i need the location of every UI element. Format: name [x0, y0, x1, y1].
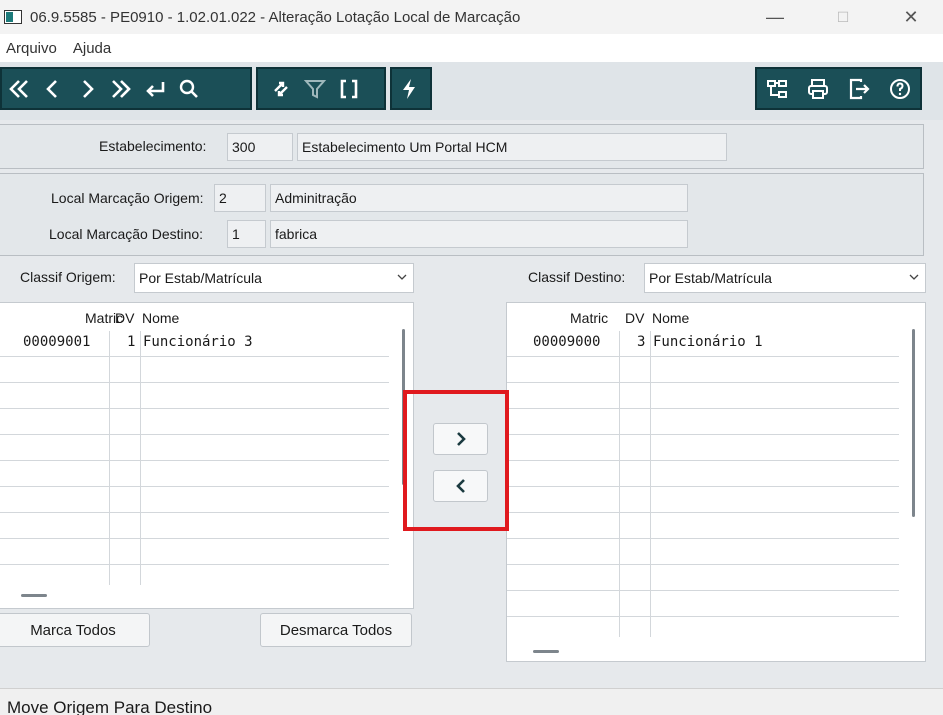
table-row[interactable] [0, 357, 389, 383]
local-origem-code-field[interactable]: 2 [214, 184, 266, 212]
classif-destino-select[interactable]: Por Estab/Matrícula [644, 263, 926, 293]
table-row[interactable] [0, 435, 389, 461]
column-header-matric[interactable]: Matric [570, 307, 608, 329]
table-row[interactable] [507, 513, 899, 539]
table-row[interactable] [0, 487, 389, 513]
menu-bar: Arquivo Ajuda [0, 34, 943, 62]
table-row[interactable] [0, 461, 389, 487]
local-marcacao-panel: Local Marcação Origem: 2 Adminitração Lo… [0, 173, 924, 256]
cell-matric: 00009000 [533, 334, 601, 350]
classif-destino-label: Classif Destino: [528, 269, 626, 285]
first-icon[interactable] [2, 70, 36, 108]
window-title: 06.9.5585 - PE0910 - 1.02.01.022 - Alter… [30, 8, 521, 26]
table-row[interactable] [507, 383, 899, 409]
search-icon[interactable] [172, 70, 206, 108]
menu-arquivo[interactable]: Arquivo [6, 40, 57, 57]
destino-grid-header: Matric DV Nome [507, 307, 899, 329]
table-row[interactable] [507, 591, 899, 617]
destino-grid[interactable]: Matric DV Nome 00009000 3 Funcionário 1 [506, 302, 926, 662]
table-row[interactable] [507, 617, 899, 643]
column-header-nome[interactable]: Nome [142, 307, 179, 329]
print-icon[interactable] [801, 70, 835, 108]
refresh-icon[interactable] [264, 70, 298, 108]
table-row[interactable] [507, 565, 899, 591]
tree-icon[interactable] [760, 70, 794, 108]
last-icon[interactable] [104, 70, 138, 108]
table-row[interactable] [0, 513, 389, 539]
classif-origem-value: Por Estab/Matrícula [139, 270, 262, 286]
column-divider [109, 331, 110, 585]
desmarca-todos-button[interactable]: Desmarca Todos [260, 613, 412, 647]
table-row[interactable] [0, 539, 389, 565]
estabelecimento-label: Estabelecimento: [99, 138, 207, 154]
return-icon[interactable] [138, 70, 172, 108]
maximize-button[interactable]: ☐ [820, 0, 866, 34]
table-row[interactable] [507, 435, 899, 461]
toolbar [0, 62, 943, 120]
column-header-dv[interactable]: DV [115, 307, 134, 329]
column-header-dv[interactable]: DV [625, 307, 644, 329]
local-destino-label: Local Marcação Destino: [49, 226, 204, 242]
cell-dv: 3 [637, 334, 646, 350]
title-bar: 06.9.5585 - PE0910 - 1.02.01.022 - Alter… [0, 0, 943, 34]
lightning-icon[interactable] [392, 70, 426, 108]
filter-group [256, 67, 386, 110]
estabelecimento-code-field[interactable]: 300 [227, 133, 293, 161]
estabelecimento-name-field: Estabelecimento Um Portal HCM [297, 133, 727, 161]
column-header-nome[interactable]: Nome [652, 307, 689, 329]
brackets-icon[interactable] [332, 70, 366, 108]
chevron-down-icon [909, 274, 919, 280]
table-row[interactable] [507, 461, 899, 487]
cell-nome: Funcionário 1 [653, 334, 763, 350]
table-row[interactable] [0, 409, 389, 435]
cell-dv: 1 [127, 334, 136, 350]
status-bar: Move Origem Para Destino [0, 688, 943, 715]
horizontal-scrollbar[interactable] [21, 594, 47, 597]
column-divider [140, 331, 141, 585]
horizontal-scrollbar[interactable] [533, 650, 559, 653]
table-row[interactable] [507, 487, 899, 513]
table-row[interactable] [0, 565, 389, 591]
close-button[interactable]: ✕ [888, 0, 934, 34]
table-row[interactable] [0, 383, 389, 409]
table-row[interactable]: 00009000 3 Funcionário 1 [507, 331, 899, 357]
estabelecimento-panel: Estabelecimento: 300 Estabelecimento Um … [0, 124, 924, 169]
table-row[interactable]: 00009001 1 Funcionário 3 [0, 331, 389, 357]
previous-icon[interactable] [36, 70, 70, 108]
column-divider [650, 331, 651, 637]
local-origem-name-field: Adminitração [270, 184, 688, 212]
vertical-scrollbar[interactable] [912, 329, 915, 517]
table-row[interactable] [507, 357, 899, 383]
help-icon[interactable] [883, 70, 917, 108]
classif-destino-value: Por Estab/Matrícula [649, 270, 772, 286]
cell-matric: 00009001 [23, 334, 91, 350]
menu-ajuda[interactable]: Ajuda [73, 40, 111, 57]
app-icon [4, 10, 22, 24]
highlight-box [403, 390, 509, 531]
table-row[interactable] [507, 539, 899, 565]
column-divider [619, 331, 620, 637]
local-destino-code-field[interactable]: 1 [227, 220, 266, 248]
next-icon[interactable] [70, 70, 104, 108]
action-group [390, 67, 432, 110]
local-destino-name-field: fabrica [270, 220, 688, 248]
marca-todos-button[interactable]: Marca Todos [0, 613, 150, 647]
local-origem-label: Local Marcação Origem: [51, 190, 204, 206]
classif-origem-label: Classif Origem: [20, 269, 116, 285]
navigation-group [0, 67, 252, 110]
exit-icon[interactable] [842, 70, 876, 108]
minimize-button[interactable]: — [752, 0, 798, 34]
origem-grid[interactable]: Matric DV Nome 00009001 1 Funcionário 3 [0, 302, 414, 609]
cell-nome: Funcionário 3 [143, 334, 253, 350]
filter-icon[interactable] [298, 70, 332, 108]
chevron-down-icon [397, 274, 407, 280]
origem-grid-header: Matric DV Nome [0, 307, 389, 329]
right-group [755, 67, 922, 110]
classif-origem-select[interactable]: Por Estab/Matrícula [134, 263, 414, 293]
table-row[interactable] [507, 409, 899, 435]
